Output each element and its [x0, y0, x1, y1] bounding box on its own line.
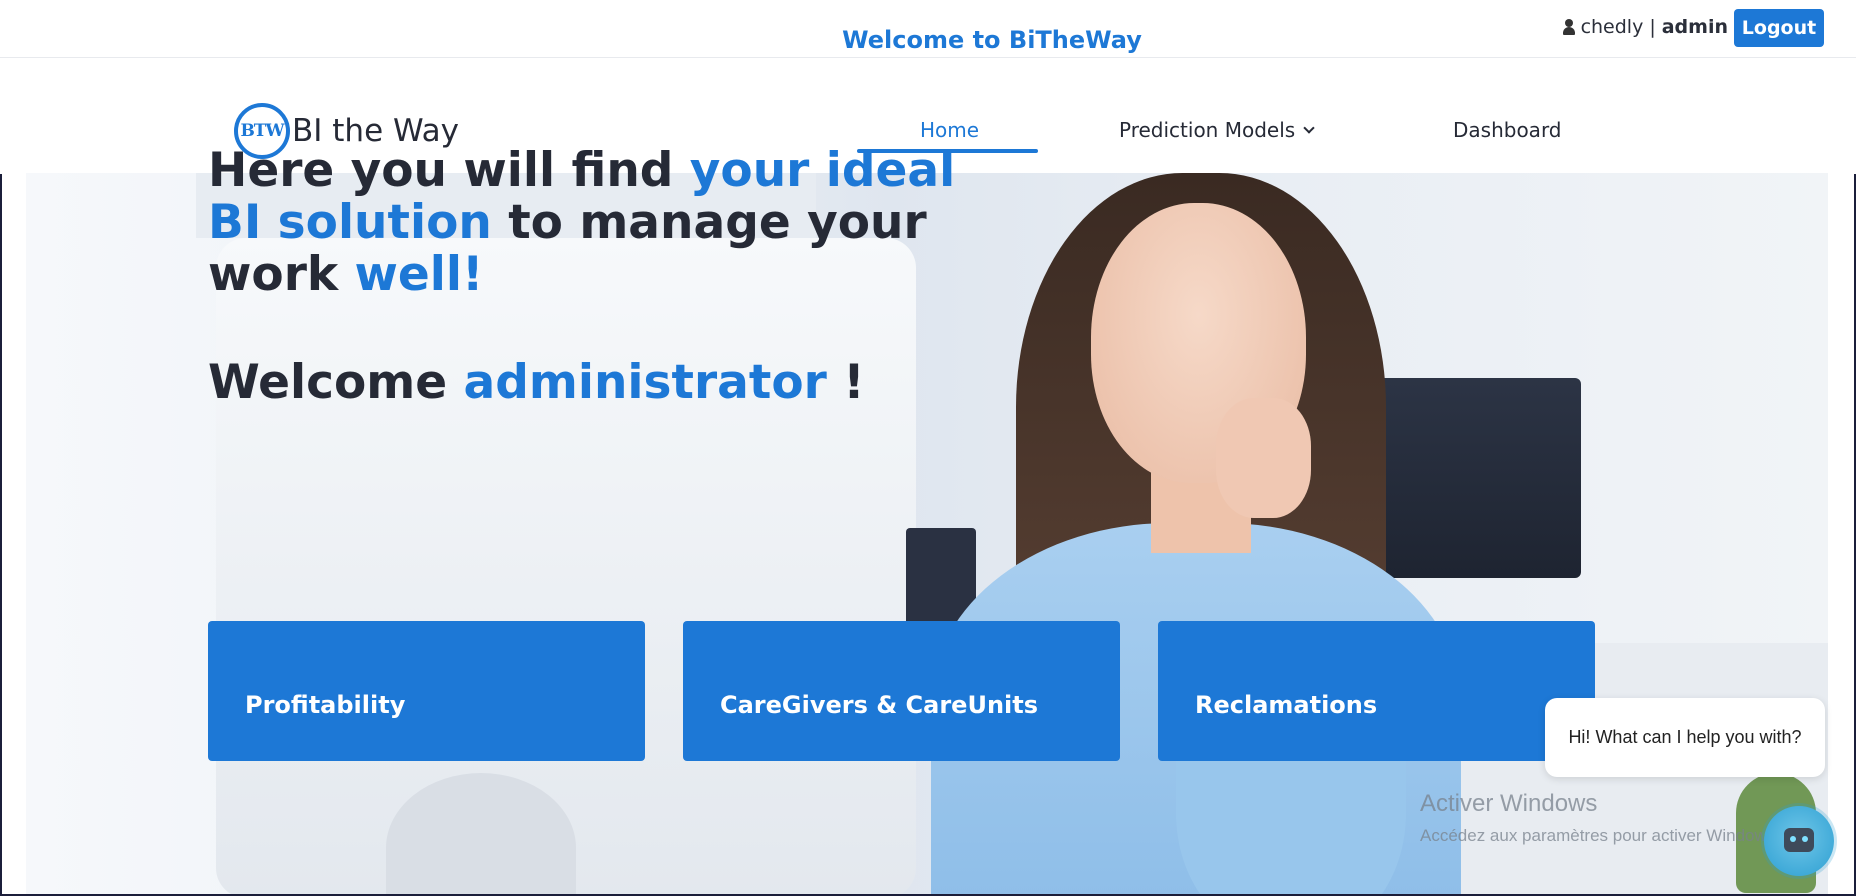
logout-button[interactable]: Logout	[1734, 9, 1824, 47]
windows-activation-watermark: Activer Windows Accédez aux paramètres p…	[1420, 790, 1780, 845]
nav-home[interactable]: Home	[920, 118, 979, 142]
top-bar: Welcome to BiTheWay chedly | admin Logou…	[0, 0, 1856, 58]
hero-headline: Here you will find your ideal BI solutio…	[208, 143, 956, 302]
card-reclamations[interactable]: Reclamations	[1158, 621, 1595, 761]
robot-icon	[1784, 828, 1814, 852]
card-title: Reclamations	[1195, 691, 1378, 719]
hero-greeting: Welcome administrator !	[208, 355, 865, 410]
chatbot-icon[interactable]	[1764, 806, 1834, 876]
user-icon	[1562, 19, 1575, 35]
nav-dashboard[interactable]: Dashboard	[1453, 118, 1562, 142]
user-role: admin	[1661, 16, 1728, 38]
username: chedly	[1580, 16, 1644, 38]
chat-message: Hi! What can I help you with?	[1568, 727, 1802, 747]
chat-bubble[interactable]: Hi! What can I help you with?	[1545, 698, 1825, 777]
card-title: CareGivers & CareUnits	[720, 691, 1039, 719]
chevron-down-icon	[1303, 121, 1315, 134]
nav-prediction-models[interactable]: Prediction Models	[1119, 118, 1315, 142]
nav-prediction-models-label: Prediction Models	[1119, 118, 1296, 142]
user-separator: |	[1649, 16, 1656, 38]
card-profitability[interactable]: Profitability	[208, 621, 645, 761]
user-info: chedly | admin	[1562, 16, 1728, 38]
hero-person-hand	[1216, 398, 1311, 518]
card-title: Profitability	[245, 691, 406, 719]
hero-background-monitor	[216, 238, 916, 894]
card-caregivers[interactable]: CareGivers & CareUnits	[683, 621, 1120, 761]
